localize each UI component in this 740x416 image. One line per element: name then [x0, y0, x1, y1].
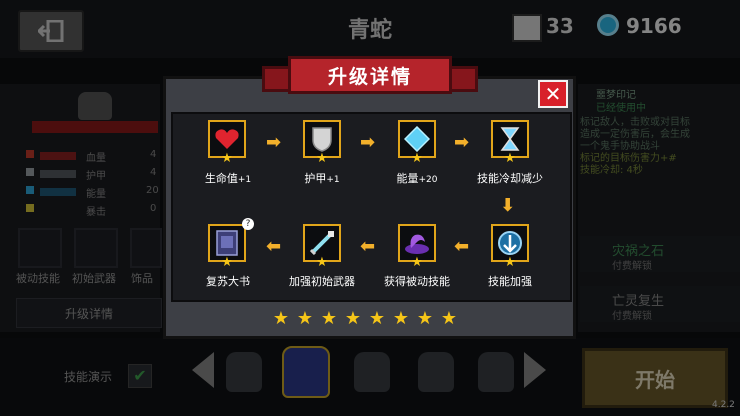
star-icon: ★ — [344, 308, 362, 329]
star-icon: ★ — [416, 308, 434, 329]
star-icon: ★ — [440, 308, 458, 329]
info-icon[interactable]: ? — [242, 218, 254, 230]
upgrade-node-cooldown: ★ — [491, 120, 529, 166]
arrow-down-icon: ➡ — [497, 196, 519, 213]
arrow-right-icon: ➡ — [266, 132, 282, 153]
star-icon: ★ — [296, 308, 314, 329]
upgrade-label: 复苏大书 — [206, 275, 250, 288]
star-icon: ★ — [272, 308, 290, 329]
star-icon: ★ — [320, 308, 338, 329]
star-icon: ★ — [504, 151, 516, 166]
upgrade-node-hp: ★ — [208, 120, 246, 166]
arrow-right-icon: ➡ — [360, 132, 376, 153]
hand-icon — [405, 234, 429, 254]
upgrade-label: 加强初始武器 — [289, 275, 355, 288]
upgrade-label: 能量+20 — [396, 172, 438, 185]
close-button[interactable]: ✕ — [538, 80, 568, 108]
dialog-title-text: 升级详情 — [327, 65, 412, 88]
upgrade-label: 护甲+1 — [304, 172, 340, 185]
star-icon: ★ — [316, 255, 328, 270]
heart-icon — [215, 129, 239, 149]
skill-boost-icon — [498, 231, 522, 255]
upgrade-label: 技能冷却减少 — [477, 172, 543, 185]
arrow-left-icon: ➡ — [266, 236, 282, 257]
upgrade-label: 获得被动技能 — [384, 275, 450, 288]
star-icon: ★ — [504, 255, 516, 270]
close-icon: ✕ — [544, 82, 562, 106]
shield-icon — [312, 127, 332, 152]
upgrade-node-energy: ★ — [398, 120, 436, 166]
ribbon-tail-right — [448, 66, 478, 92]
upgrade-label: 技能加强 — [488, 275, 532, 288]
upgrade-node-weapon: ★ — [303, 224, 341, 270]
book-icon — [216, 230, 238, 256]
star-icon: ★ — [411, 151, 423, 166]
arrow-left-icon: ➡ — [360, 236, 376, 257]
upgrade-label: 生命值+1 — [204, 172, 252, 185]
star-icon: ★ — [221, 151, 233, 166]
hourglass-icon — [500, 127, 520, 151]
star-icon: ★ — [316, 151, 328, 166]
star-icon: ★ — [368, 308, 386, 329]
diamond-icon — [404, 126, 430, 152]
upgrade-star-rating: ★ ★ ★ ★ ★ ★ ★ ★ — [270, 308, 470, 329]
sword-icon — [309, 231, 334, 256]
upgrade-node-passive: ★ — [398, 224, 436, 270]
upgrade-node-revive-book: ★ ? — [208, 218, 254, 270]
star-icon: ★ — [392, 308, 410, 329]
dialog-title: 升级详情 — [288, 56, 452, 94]
upgrade-node-armor: ★ — [303, 120, 341, 166]
arrow-left-icon: ➡ — [454, 236, 470, 257]
arrow-right-icon: ➡ — [454, 132, 470, 153]
star-icon: ★ — [411, 255, 423, 270]
upgrade-node-skill-boost: ★ — [491, 224, 529, 270]
star-icon: ★ — [221, 255, 233, 270]
